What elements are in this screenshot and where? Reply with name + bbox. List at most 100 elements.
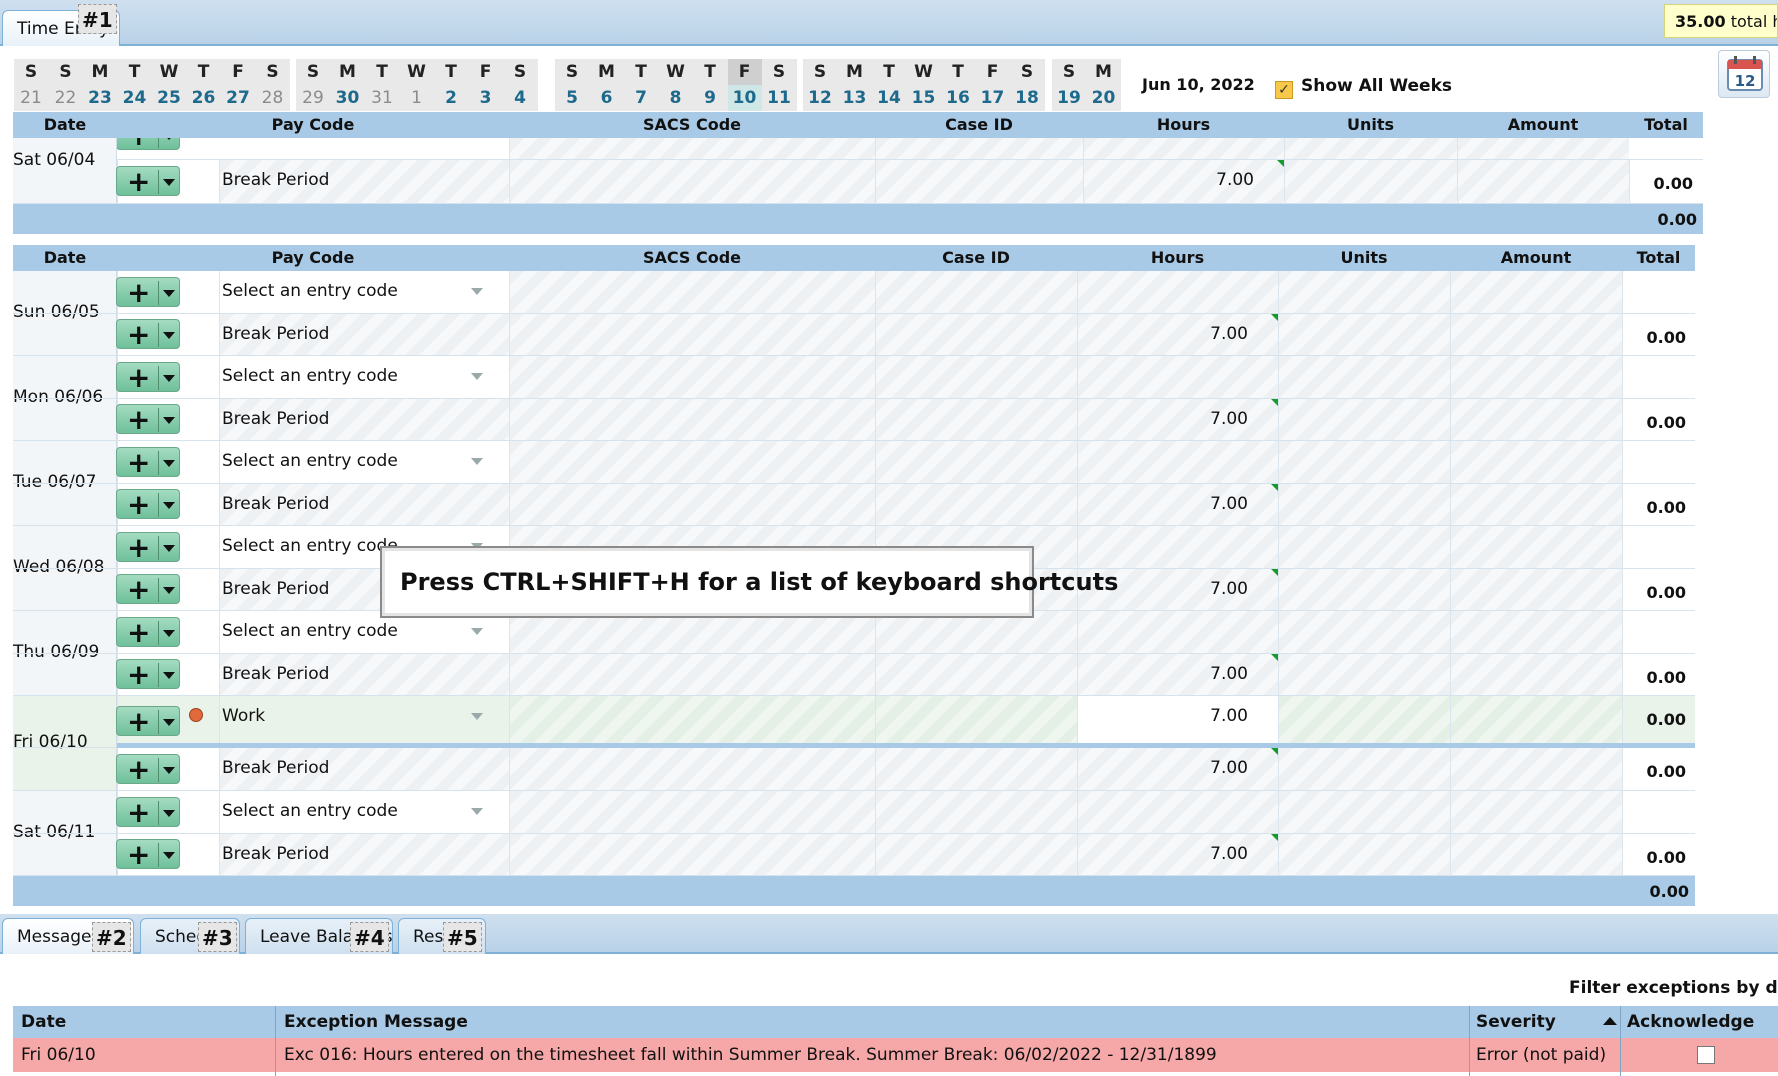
- hours-value[interactable]: 7.00: [1154, 170, 1254, 190]
- cell-units[interactable]: [1278, 526, 1450, 568]
- cell-caseid[interactable]: [875, 791, 1077, 833]
- calendar-day[interactable]: F3: [469, 59, 503, 111]
- calendar-day[interactable]: S 21: [14, 59, 48, 111]
- add-entry-button[interactable]: +: [116, 488, 180, 521]
- add-entry-button[interactable]: +: [116, 531, 180, 564]
- chevron-down-icon[interactable]: [163, 810, 175, 817]
- add-entry-button[interactable]: +: [116, 138, 180, 152]
- cell-caseid[interactable]: [875, 834, 1077, 875]
- hours-value[interactable]: 7.00: [1148, 409, 1248, 429]
- chevron-down-icon[interactable]: [163, 719, 175, 726]
- cell-hours[interactable]: [1077, 356, 1278, 398]
- cell-units[interactable]: [1278, 399, 1450, 440]
- calendar-day-number[interactable]: 15: [907, 85, 941, 111]
- pay-code-value[interactable]: Break Period: [222, 844, 329, 864]
- pay-code-value[interactable]: Work: [222, 706, 265, 726]
- cell-units[interactable]: [1278, 696, 1450, 747]
- calendar-day[interactable]: F 10: [727, 59, 762, 111]
- cell-sacs[interactable]: [509, 748, 875, 790]
- cell-units[interactable]: [1278, 834, 1450, 875]
- calendar-day[interactable]: M 20: [1087, 59, 1121, 111]
- cell-caseid[interactable]: [875, 484, 1077, 525]
- cell-hours[interactable]: [1077, 271, 1278, 313]
- calendar-day-number[interactable]: 17: [976, 85, 1010, 111]
- calendar-day-number[interactable]: 29: [296, 85, 330, 111]
- exc-col-severity[interactable]: Severity: [1476, 1012, 1556, 1032]
- chevron-down-icon[interactable]: [163, 587, 175, 594]
- cell-units[interactable]: [1278, 748, 1450, 790]
- calendar-day[interactable]: S5: [555, 59, 589, 111]
- add-entry-button[interactable]: +: [116, 446, 180, 479]
- chevron-down-icon[interactable]: [471, 458, 483, 465]
- add-entry-button[interactable]: +: [116, 658, 180, 691]
- chevron-down-icon[interactable]: [163, 545, 175, 552]
- calendar-day[interactable]: T 16: [941, 59, 975, 111]
- cell-sacs[interactable]: [509, 441, 875, 483]
- calendar-day[interactable]: S 28: [256, 59, 290, 111]
- calendar-day[interactable]: S4: [503, 59, 537, 111]
- calendar-day-number[interactable]: 13: [838, 85, 872, 111]
- calendar-day[interactable]: W1: [400, 59, 434, 111]
- calendar-day-number[interactable]: 30: [331, 85, 365, 111]
- pin-icon[interactable]: [189, 708, 203, 722]
- pay-code-value[interactable]: Break Period: [222, 579, 329, 599]
- cell-amount[interactable]: [1450, 441, 1622, 483]
- calendar-day-number[interactable]: 26: [187, 85, 221, 111]
- cell-sacs[interactable]: [509, 654, 875, 695]
- calendar-day-number[interactable]: 12: [803, 85, 837, 111]
- pay-code-value[interactable]: Select an entry code: [222, 366, 398, 386]
- pay-code-value[interactable]: Break Period: [222, 409, 329, 429]
- pay-code-value[interactable]: Break Period: [222, 170, 329, 190]
- cell-units[interactable]: [1278, 271, 1450, 313]
- add-entry-button[interactable]: +: [116, 753, 180, 786]
- chevron-down-icon[interactable]: [163, 502, 175, 509]
- cell-units[interactable]: [1278, 569, 1450, 610]
- cell-amount[interactable]: [1450, 399, 1622, 440]
- cell-caseid[interactable]: [875, 441, 1077, 483]
- cell-hours[interactable]: [1077, 611, 1278, 653]
- calendar-day-number[interactable]: 1: [400, 85, 434, 111]
- chevron-down-icon[interactable]: [471, 288, 483, 295]
- exception-row[interactable]: Fri 06/10 Exc 016: Hours entered on the …: [13, 1038, 1778, 1072]
- cell-amount[interactable]: [1450, 314, 1622, 355]
- chevron-down-icon[interactable]: [163, 179, 175, 186]
- chevron-down-icon[interactable]: [163, 332, 175, 339]
- calendar-day-number[interactable]: 24: [118, 85, 152, 111]
- cell-amount[interactable]: [1450, 569, 1622, 610]
- cell-units[interactable]: [1284, 160, 1457, 203]
- pay-code-value[interactable]: Select an entry code: [222, 801, 398, 821]
- chevron-down-icon[interactable]: [471, 808, 483, 815]
- calendar-day[interactable]: T 24: [118, 59, 152, 111]
- calendar-day[interactable]: S 18: [1010, 59, 1044, 111]
- add-entry-button[interactable]: +: [116, 573, 180, 606]
- pay-code-value[interactable]: Select an entry code: [222, 451, 398, 471]
- calendar-day[interactable]: F 27: [221, 59, 255, 111]
- calendar-day[interactable]: F 17: [976, 59, 1010, 111]
- calendar-day[interactable]: T 31: [365, 59, 399, 111]
- cell-caseid[interactable]: [875, 696, 1077, 747]
- chevron-down-icon[interactable]: [163, 767, 175, 774]
- add-entry-button[interactable]: +: [116, 838, 180, 871]
- cell-caseid[interactable]: [875, 748, 1077, 790]
- calendar-day-number[interactable]: 6: [590, 85, 624, 111]
- cell-caseid[interactable]: [875, 654, 1077, 695]
- calendar-day-number[interactable]: 23: [83, 85, 117, 111]
- cell-sacs[interactable]: [509, 484, 875, 525]
- cell-hours[interactable]: [1077, 791, 1278, 833]
- pay-code-value[interactable]: Break Period: [222, 324, 329, 344]
- calendar-day[interactable]: S 12: [803, 59, 837, 111]
- cell-sacs[interactable]: [509, 356, 875, 398]
- add-entry-button[interactable]: +: [116, 361, 180, 394]
- add-entry-button[interactable]: +: [116, 318, 180, 351]
- cell-caseid[interactable]: [875, 356, 1077, 398]
- calendar-day[interactable]: W8: [659, 59, 693, 111]
- chevron-down-icon[interactable]: [163, 852, 175, 859]
- cell-sacs[interactable]: [509, 314, 875, 355]
- cell-amount[interactable]: [1450, 484, 1622, 525]
- hours-value[interactable]: 7.00: [1148, 664, 1248, 684]
- cell-caseid[interactable]: [875, 160, 1083, 203]
- chevron-down-icon[interactable]: [471, 373, 483, 380]
- acknowledge-checkbox[interactable]: [1697, 1046, 1715, 1064]
- calendar-day-number[interactable]: 28: [256, 85, 290, 111]
- calendar-day-number[interactable]: 4: [503, 85, 537, 111]
